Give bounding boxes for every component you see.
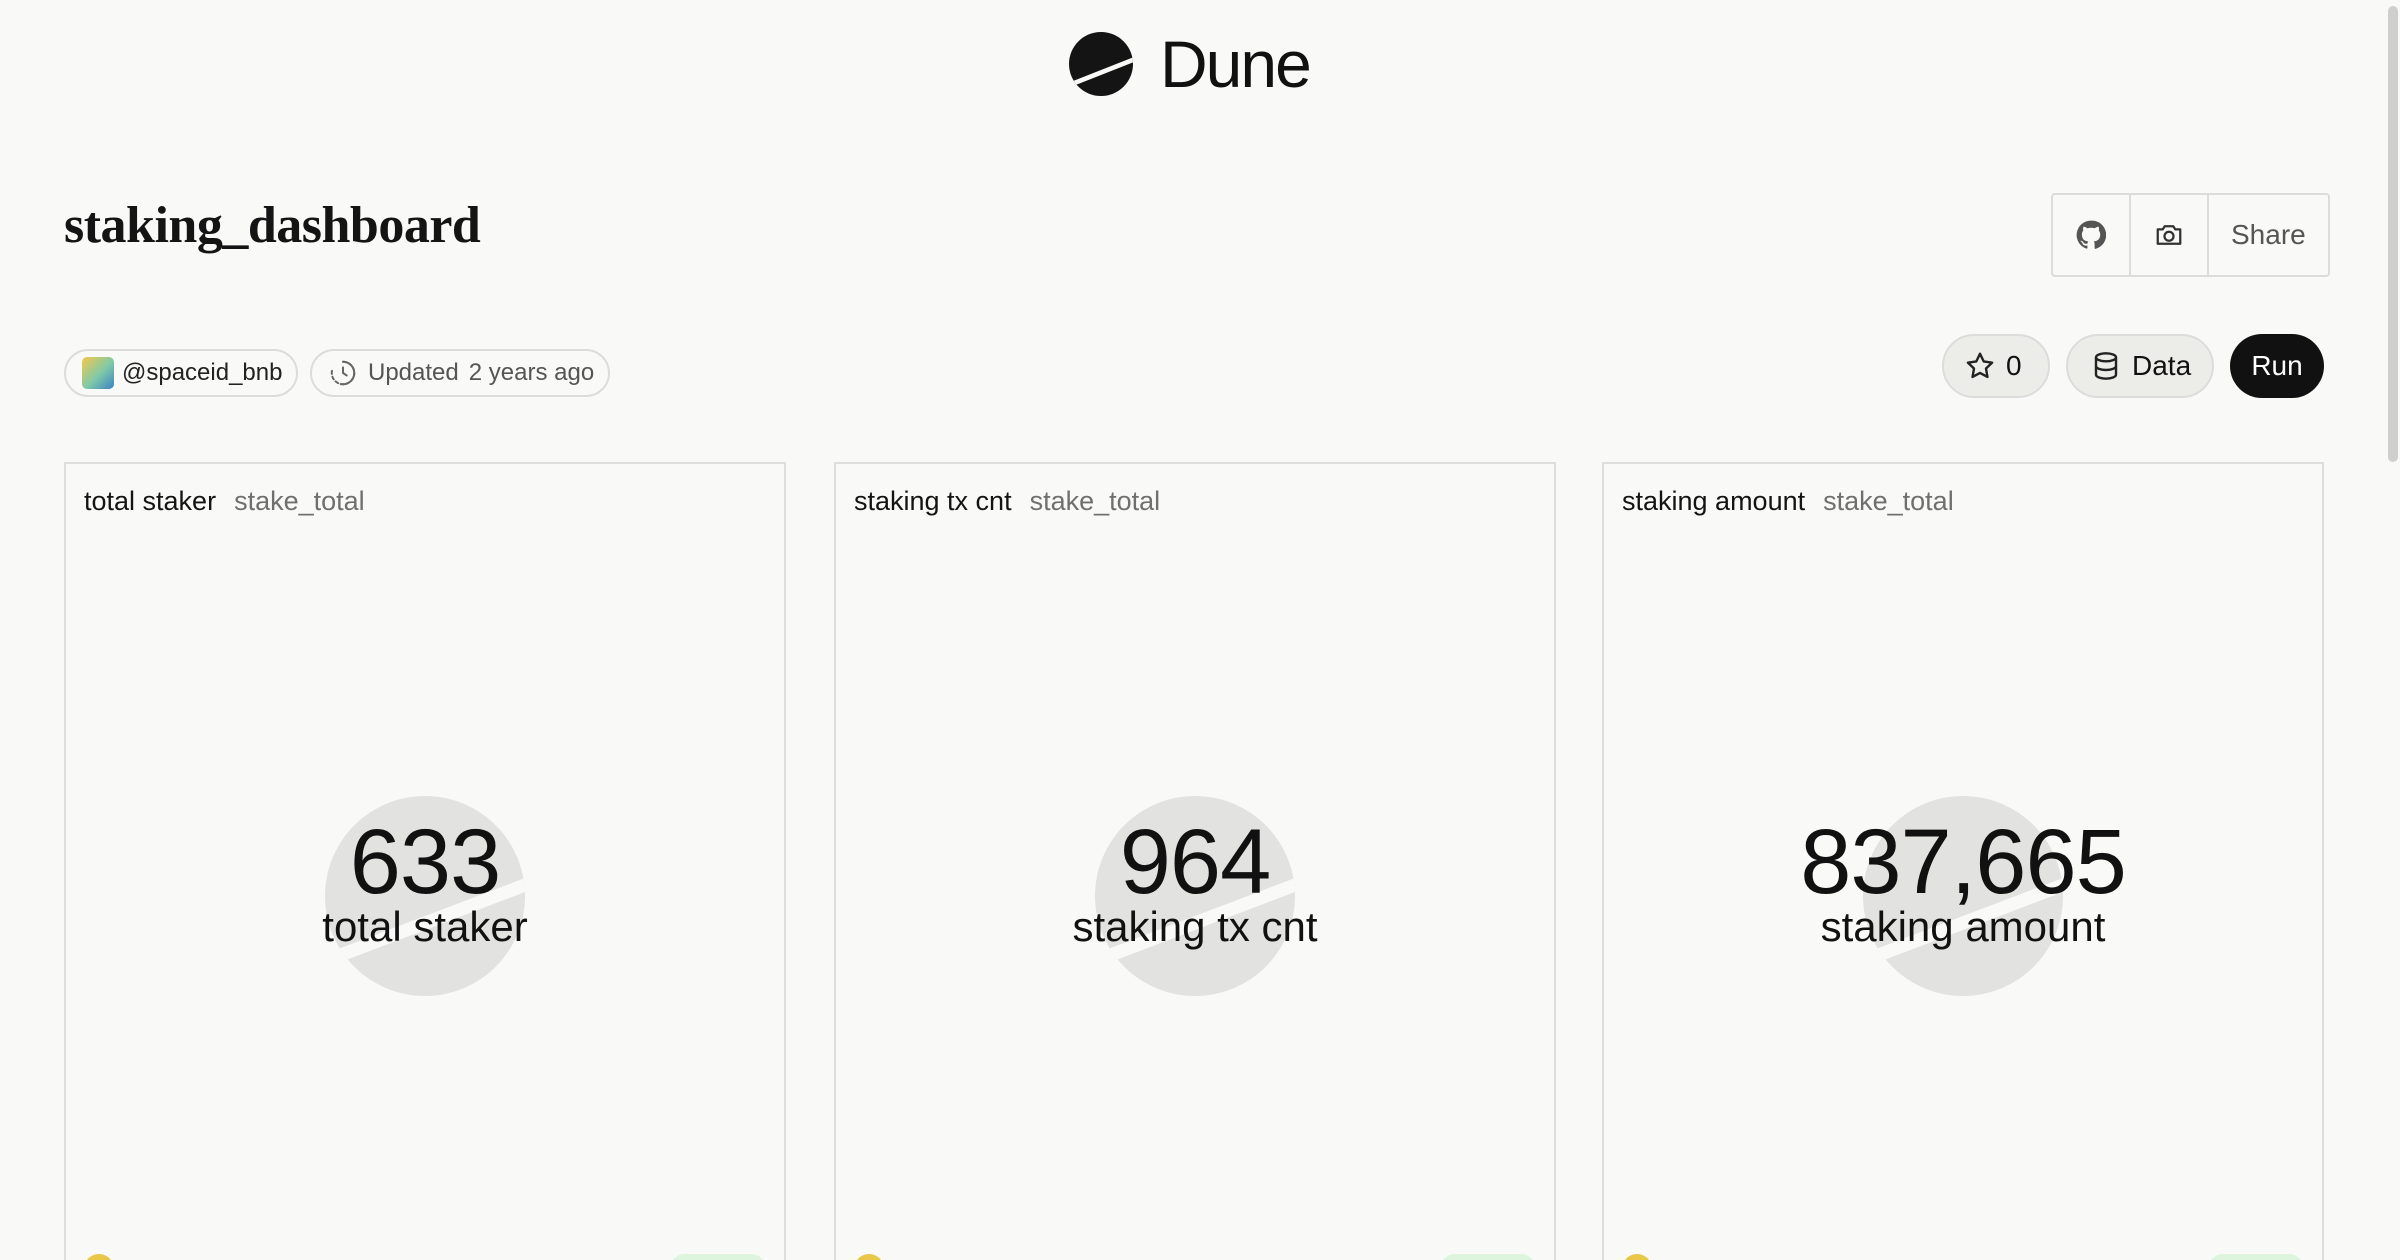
counter-widget: staking amount stake_total 837,665 staki… — [1602, 462, 2324, 1260]
page-title: staking_dashboard — [64, 197, 481, 254]
counter-label: total staker — [322, 903, 528, 950]
author-name: @spaceid_bnb — [122, 359, 283, 386]
dashboard-toolbar: Share — [2051, 193, 2330, 277]
widget-status-badge — [1440, 1254, 1536, 1260]
clock-icon — [330, 360, 356, 386]
widget-title[interactable]: staking amount — [1622, 486, 1805, 517]
widget-header: staking amount stake_total — [1622, 486, 1954, 517]
scrollbar-thumb[interactable] — [2388, 6, 2398, 462]
widget-owner-avatar[interactable] — [1622, 1254, 1652, 1260]
counter-label: staking tx cnt — [1072, 903, 1318, 950]
run-button[interactable]: Run — [2230, 334, 2324, 398]
author-chip[interactable]: @spaceid_bnb — [64, 349, 299, 397]
widget-title[interactable]: staking tx cnt — [854, 486, 1012, 517]
updated-time: 2 years ago — [468, 359, 595, 386]
counter-widget: staking tx cnt stake_total 964 staking t… — [834, 462, 1556, 1260]
dune-logo[interactable]: Dune — [1068, 27, 1312, 101]
counter-label: staking amount — [1820, 903, 2106, 950]
page-scrollbar[interactable] — [2386, 0, 2400, 1260]
share-button[interactable]: Share — [2209, 195, 2328, 275]
star-button[interactable]: 0 — [1942, 334, 2050, 398]
top-bar: Dune — [0, 0, 2400, 130]
widget-title[interactable]: total staker — [84, 486, 216, 517]
brand-name: Dune — [1160, 27, 1312, 101]
author-avatar — [82, 357, 114, 389]
widget-status-badge — [2208, 1254, 2304, 1260]
widget-owner-avatar[interactable] — [854, 1254, 884, 1260]
counter-value: 633 — [349, 811, 502, 913]
widget-query-link[interactable]: stake_total — [1030, 486, 1161, 517]
database-icon — [2094, 352, 2118, 380]
counter-value: 964 — [1119, 811, 1272, 913]
counter-value: 837,665 — [1800, 811, 2127, 913]
widget-status-badge — [670, 1254, 766, 1260]
data-label: Data — [2132, 350, 2192, 381]
dune-logo-icon — [1069, 32, 1133, 96]
star-icon — [1966, 352, 1994, 379]
screenshot-button[interactable] — [2131, 195, 2209, 275]
data-button[interactable]: Data — [2066, 334, 2214, 398]
widget-header: total staker stake_total — [84, 486, 365, 517]
camera-icon — [2156, 225, 2182, 245]
widget-owner-avatar[interactable] — [84, 1254, 114, 1260]
star-count: 0 — [2006, 350, 2022, 381]
github-icon — [2076, 220, 2106, 249]
widget-query-link[interactable]: stake_total — [234, 486, 365, 517]
updated-label: Updated — [368, 359, 459, 386]
widget-header: staking tx cnt stake_total — [854, 486, 1160, 517]
widget-query-link[interactable]: stake_total — [1823, 486, 1954, 517]
updated-chip: Updated 2 years ago — [310, 349, 611, 397]
github-button[interactable] — [2053, 195, 2131, 275]
counter-widget: total staker stake_total 633 total stake… — [64, 462, 786, 1260]
